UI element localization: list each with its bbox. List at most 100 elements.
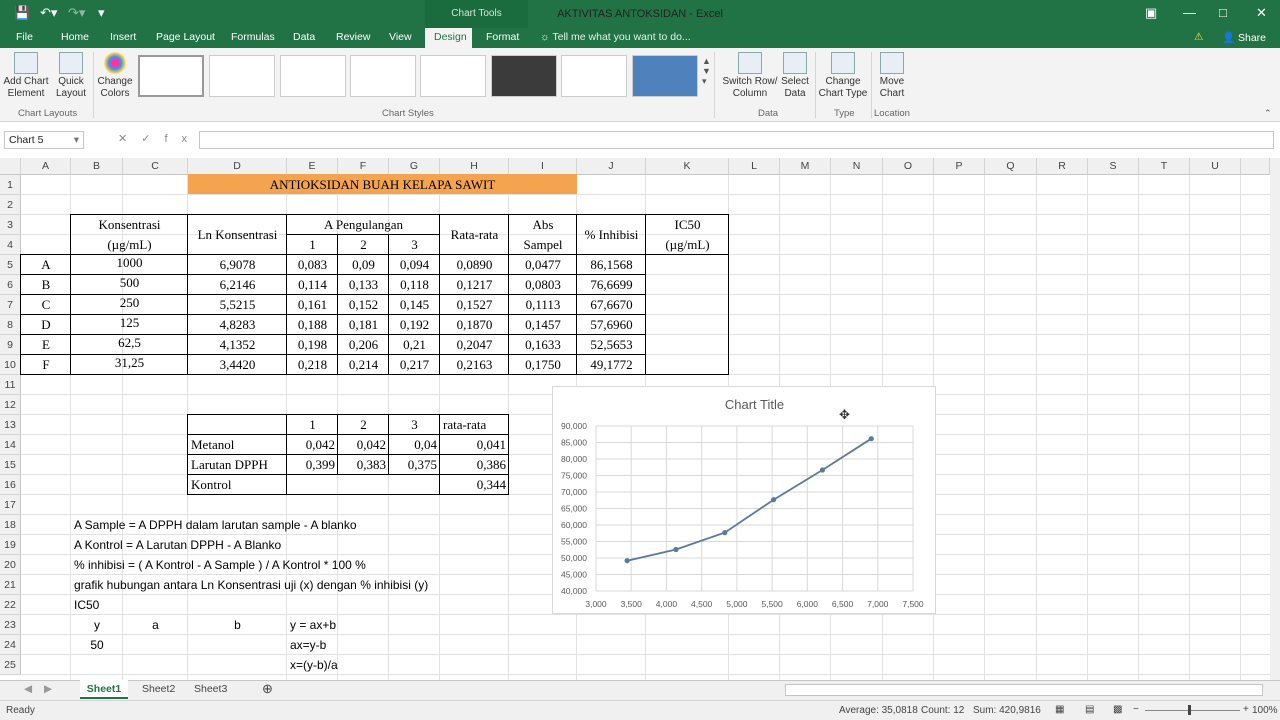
control-v2[interactable] — [338, 475, 389, 495]
note-line[interactable]: grafik hubungan antara Ln Konsentrasi uj… — [74, 575, 509, 595]
warning-icon[interactable]: ⚠ — [1194, 31, 1203, 43]
konsentrasi-value[interactable]: 500 — [71, 273, 188, 293]
normal-view-icon[interactable]: ▦ — [1055, 704, 1064, 715]
ic50-eq2[interactable]: ax=y-b — [290, 635, 440, 655]
close-icon[interactable]: ✕ — [1256, 5, 1267, 21]
row-header-15[interactable]: 15 — [0, 455, 21, 475]
konsentrasi-value[interactable]: 62,5 — [71, 333, 188, 353]
avg-value[interactable]: 0,1870 — [440, 315, 509, 335]
row-header-10[interactable]: 10 — [0, 355, 21, 375]
enter-icon[interactable]: ✓ — [141, 133, 164, 145]
ic50-eq1[interactable]: y = ax+b — [290, 615, 440, 635]
save-icon[interactable]: 💾 — [14, 5, 30, 21]
col-header-d[interactable]: D — [188, 158, 287, 175]
chart-styles-scroll-icon[interactable]: ▲ ▼ ▾ — [702, 56, 711, 87]
konsentrasi-value[interactable]: 1000 — [71, 253, 188, 273]
chevron-down-icon[interactable]: ▾ — [74, 134, 79, 146]
header-ic50-unit[interactable]: (µg/mL) — [646, 235, 729, 255]
ln-value[interactable]: 4,1352 — [188, 335, 287, 355]
prev-sheet-icon[interactable]: ◀ — [24, 683, 32, 695]
fx-icon[interactable]: fx — [164, 133, 201, 145]
abs-value[interactable]: 0,0477 — [509, 255, 577, 275]
note-line[interactable]: A Sample = A DPPH dalam larutan sample -… — [74, 515, 389, 535]
inhibisi-value[interactable]: 86,1568 — [577, 255, 646, 275]
name-box[interactable]: Chart 5 ▾ — [4, 131, 84, 149]
header-rata-rata[interactable]: Rata-rata — [440, 215, 509, 255]
col-header-o[interactable]: O — [883, 158, 934, 175]
row-header-20[interactable]: 20 — [0, 555, 21, 575]
control-v3[interactable]: 0,375 — [389, 455, 440, 475]
row-header-6[interactable]: 6 — [0, 275, 21, 295]
col-header-l[interactable]: L — [729, 158, 780, 175]
header-sampel[interactable]: Sampel — [509, 235, 577, 255]
rep3-value[interactable]: 0,217 — [389, 355, 440, 375]
ic50-y-label[interactable]: y — [71, 615, 123, 635]
rep3-value[interactable]: 0,145 — [389, 295, 440, 315]
move-chart-button[interactable]: Move Chart — [874, 52, 910, 100]
formula-input[interactable] — [199, 131, 1274, 149]
row-header-19[interactable]: 19 — [0, 535, 21, 555]
control-v1[interactable]: 0,399 — [287, 455, 338, 475]
row-header-2[interactable]: 2 — [0, 195, 21, 215]
maximize-icon[interactable]: □ — [1219, 5, 1227, 20]
control-header[interactable]: rata-rata — [443, 415, 509, 435]
tab-design[interactable]: Design — [434, 31, 467, 43]
rep1-value[interactable]: 0,198 — [287, 335, 338, 355]
header-a-pengulangan[interactable]: A Pengulangan — [287, 215, 440, 235]
page-layout-view-icon[interactable]: ▤ — [1085, 704, 1094, 715]
sheet-tab-3[interactable]: Sheet3 — [194, 683, 227, 695]
sheet-tab-1[interactable]: Sheet1 — [80, 680, 128, 699]
row-header-18[interactable]: 18 — [0, 515, 21, 535]
control-v3[interactable] — [389, 475, 440, 495]
inhibisi-value[interactable]: 67,6670 — [577, 295, 646, 315]
avg-value[interactable]: 0,0890 — [440, 255, 509, 275]
abs-value[interactable]: 0,1113 — [509, 295, 577, 315]
row-id[interactable]: B — [21, 275, 71, 295]
row-id[interactable]: A — [21, 255, 71, 275]
ln-value[interactable]: 4,8283 — [188, 315, 287, 335]
chart-style-4[interactable] — [350, 55, 416, 97]
tab-insert[interactable]: Insert — [110, 31, 136, 43]
share-button[interactable]: 👤 Share — [1222, 31, 1266, 44]
note-line[interactable]: % inhibisi = ( A Kontrol - A Sample ) / … — [74, 555, 509, 575]
col-header-c[interactable]: C — [123, 158, 188, 175]
header-konsentrasi[interactable]: Konsentrasi — [71, 215, 188, 235]
rep2-value[interactable]: 0,152 — [338, 295, 389, 315]
cancel-icon[interactable]: ✕ — [118, 133, 141, 145]
col-header-j[interactable]: J — [577, 158, 646, 175]
control-label[interactable]: Larutan DPPH — [191, 455, 287, 475]
row-header-9[interactable]: 9 — [0, 335, 21, 355]
ln-value[interactable]: 6,2146 — [188, 275, 287, 295]
sheet-tab-2[interactable]: Sheet2 — [142, 683, 175, 695]
ln-value[interactable]: 3,4420 — [188, 355, 287, 375]
row-header-11[interactable]: 11 — [0, 375, 21, 395]
konsentrasi-value[interactable]: 250 — [71, 293, 188, 313]
quick-layout-button[interactable]: Quick Layout — [51, 52, 91, 100]
col-header-r[interactable]: R — [1037, 158, 1088, 175]
add-chart-element-button[interactable]: Add Chart Element — [3, 52, 49, 100]
row-id[interactable]: D — [21, 315, 71, 335]
tab-home[interactable]: Home — [61, 31, 89, 43]
col-header-q[interactable]: Q — [985, 158, 1037, 175]
col-header-m[interactable]: M — [780, 158, 831, 175]
header-abs[interactable]: Abs — [509, 215, 577, 235]
avg-value[interactable]: 0,1527 — [440, 295, 509, 315]
row-header-8[interactable]: 8 — [0, 315, 21, 335]
abs-value[interactable]: 0,1633 — [509, 335, 577, 355]
ic50-y-value[interactable]: 50 — [71, 635, 123, 655]
rep3-value[interactable]: 0,118 — [389, 275, 440, 295]
chart-style-7[interactable] — [561, 55, 627, 97]
rep3-value[interactable]: 0,192 — [389, 315, 440, 335]
zoom-slider-thumb[interactable] — [1188, 705, 1191, 715]
horizontal-scrollbar[interactable] — [785, 684, 1263, 696]
row-header-3[interactable]: 3 — [0, 215, 21, 235]
control-v1[interactable] — [287, 475, 338, 495]
col-header-a[interactable]: A — [21, 158, 71, 175]
ln-value[interactable]: 5,5215 — [188, 295, 287, 315]
col-header-u[interactable]: U — [1190, 158, 1241, 175]
tab-review[interactable]: Review — [336, 31, 370, 43]
konsentrasi-value[interactable]: 31,25 — [71, 353, 188, 373]
row-header-14[interactable]: 14 — [0, 435, 21, 455]
customize-icon[interactable]: ▾ — [98, 5, 105, 21]
row-header-12[interactable]: 12 — [0, 395, 21, 415]
